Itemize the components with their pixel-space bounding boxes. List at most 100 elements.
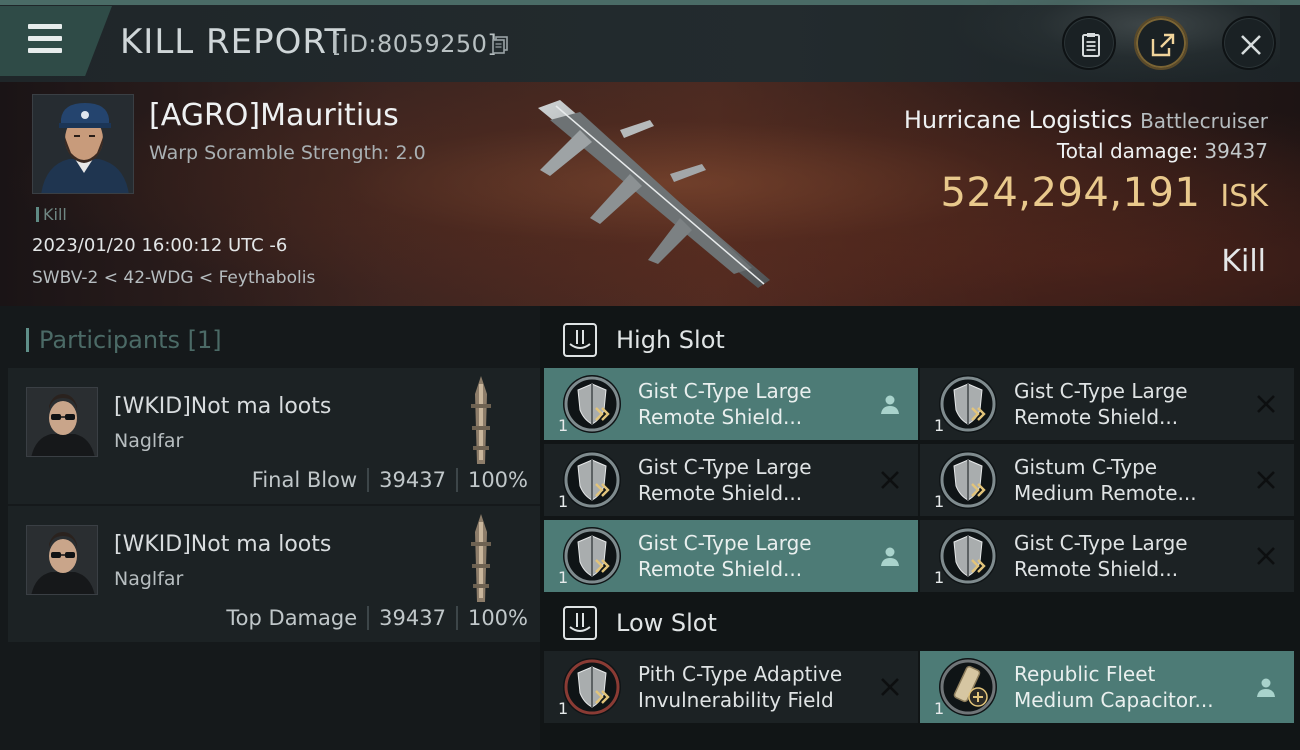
participants-header[interactable]: Participants [1] <box>26 326 222 354</box>
module-quantity: 1 <box>934 416 945 435</box>
module-name: Gistum C-Type Medium Remote... <box>1014 454 1240 506</box>
module-name: Gist C-Type Large Remote Shield... <box>638 378 864 430</box>
destroyed-x-icon <box>1254 468 1278 492</box>
participant-ship-image <box>471 514 491 602</box>
module-name: Gist C-Type Large Remote Shield... <box>638 454 864 506</box>
module-name-line2: Remote Shield... <box>638 481 803 505</box>
total-damage: Total damage: 39437 <box>1057 139 1268 163</box>
top-bar: KILL REPORT [ID:8059250] <box>0 0 1300 82</box>
destroyed-x-icon <box>1254 544 1278 568</box>
participant-name: [WKID]Not ma loots <box>114 394 332 419</box>
shield-module-icon <box>562 526 622 586</box>
low-slot-label: Low Slot <box>616 609 717 637</box>
participants-panel: Participants [1] [WKID]Not ma loots Nagl… <box>0 306 540 750</box>
kill-location[interactable]: SWBV-2 < 42-WDG < Feythabolis <box>32 268 315 288</box>
shield-module-icon <box>562 450 622 510</box>
isk-amount: 524,294,191 <box>940 170 1201 216</box>
clipboard-button[interactable] <box>1062 16 1116 70</box>
module-tile[interactable]: 1 Gist C-Type Large Remote Shield... <box>920 368 1294 440</box>
clipboard-icon <box>1082 33 1100 57</box>
slot-icon <box>563 323 597 357</box>
user-icon <box>878 544 902 568</box>
shield-module-icon <box>938 450 998 510</box>
stats-divider <box>455 606 458 630</box>
kill-datetime: 2023/01/20 16:00:12 UTC -6 <box>32 235 288 256</box>
stats-divider <box>455 468 458 492</box>
participant-role: Final Blow <box>251 468 358 492</box>
module-quantity: 1 <box>558 416 569 435</box>
participant-ship: Naglfar <box>114 430 184 452</box>
participant-avatar <box>26 525 98 595</box>
module-name-line2: Medium Remote... <box>1014 481 1197 505</box>
participant-avatar <box>26 387 98 457</box>
module-tile[interactable]: 1 Gist C-Type Large Remote Shield... <box>544 368 918 440</box>
module-tile[interactable]: 1 Gist C-Type Large Remote Shield... <box>920 520 1294 592</box>
close-button[interactable] <box>1222 16 1276 70</box>
module-quantity: 1 <box>934 699 945 718</box>
participants-label: Participants [1] <box>39 326 222 354</box>
participant-stats: Final Blow 39437 100% <box>252 468 528 492</box>
module-name-line1: Gistum C-Type <box>1014 455 1158 479</box>
participant-card[interactable]: [WKID]Not ma loots Naglfar Top Damage 39… <box>8 506 540 642</box>
user-icon <box>878 392 902 416</box>
isk-value: 524,294,191 ISK <box>940 170 1268 216</box>
module-name: Gist C-Type Large Remote Shield... <box>1014 530 1240 582</box>
victim-ship-image <box>538 100 770 288</box>
destroyed-x-icon <box>1254 392 1278 416</box>
participant-ship-image <box>471 376 491 464</box>
victim-summary: [AGRO]Mauritius Warp Soramble Strength: … <box>0 82 1300 306</box>
capacitor-module-icon <box>938 657 998 717</box>
kill-tag-marker <box>36 207 39 222</box>
shield-module-icon <box>562 374 622 434</box>
participant-percent: 100% <box>467 468 528 492</box>
module-name-line1: Gist C-Type Large <box>638 455 812 479</box>
module-name-line2: Remote Shield... <box>638 557 803 581</box>
menu-button[interactable] <box>0 6 112 76</box>
kill-tag-label: Kill <box>43 205 67 224</box>
module-name-line2: Remote Shield... <box>1014 557 1179 581</box>
result-label: Kill <box>1221 244 1266 279</box>
module-name-line1: Gist C-Type Large <box>638 379 812 403</box>
module-quantity: 1 <box>558 492 569 511</box>
module-quantity: 1 <box>558 568 569 587</box>
menu-icon <box>28 24 62 54</box>
stats-divider <box>367 468 370 492</box>
module-tile[interactable]: 1 Gist C-Type Large Remote Shield... <box>544 444 918 516</box>
shield-module-icon <box>938 526 998 586</box>
destroyed-x-icon <box>878 468 902 492</box>
module-tile[interactable]: 1 Pith C-Type Adaptive Invulnerability Fie… <box>544 651 918 723</box>
module-tile[interactable]: 1 Gist C-Type Large Remote Shield... <box>544 520 918 592</box>
module-name-line1: Gist C-Type Large <box>638 531 812 555</box>
low-slot-header: Low Slot <box>544 593 1300 653</box>
ship-type[interactable]: Hurricane Logistics Battlecruiser <box>904 106 1268 134</box>
participant-name: [WKID]Not ma loots <box>114 532 332 557</box>
isk-unit: ISK <box>1220 179 1268 214</box>
stats-divider <box>367 606 370 630</box>
module-quantity: 1 <box>934 492 945 511</box>
module-name: Pith C-Type Adaptive Invulnerability Fiel… <box>638 661 864 713</box>
module-tile[interactable]: 1 Gistum C-Type Medium Remote... <box>920 444 1294 516</box>
page-title: KILL REPORT <box>120 22 347 62</box>
share-button[interactable] <box>1134 16 1188 70</box>
module-tile[interactable]: 1 Republic Fleet Medium Capacitor... <box>920 651 1294 723</box>
fitting-panel: High Slot Low Slot 1 Gist C-Type Large Rem… <box>540 306 1300 750</box>
ship-name: Hurricane Logistics <box>903 106 1133 134</box>
module-name: Republic Fleet Medium Capacitor... <box>1014 661 1240 713</box>
shield-module-icon <box>938 374 998 434</box>
high-slot-header: High Slot <box>544 310 1300 370</box>
user-icon <box>1254 675 1278 699</box>
ship-class: Battlecruiser <box>1140 109 1268 133</box>
participant-role: Top Damage <box>226 606 358 630</box>
module-name-line1: Gist C-Type Large <box>1014 531 1188 555</box>
report-id: [ID:8059250] <box>332 30 498 58</box>
victim-name[interactable]: [AGRO]Mauritius <box>149 98 399 133</box>
module-name-line2: Medium Capacitor... <box>1014 688 1214 712</box>
total-damage-label: Total damage: <box>1056 139 1199 163</box>
copy-icon[interactable] <box>492 36 508 54</box>
participant-card[interactable]: [WKID]Not ma loots Naglfar Final Blow 39… <box>8 368 540 504</box>
victim-portrait[interactable] <box>32 94 134 194</box>
share-icon <box>1151 33 1175 57</box>
module-name-line1: Pith C-Type Adaptive <box>638 662 843 686</box>
module-name-line2: Remote Shield... <box>1014 405 1179 429</box>
module-name-line1: Gist C-Type Large <box>1014 379 1188 403</box>
